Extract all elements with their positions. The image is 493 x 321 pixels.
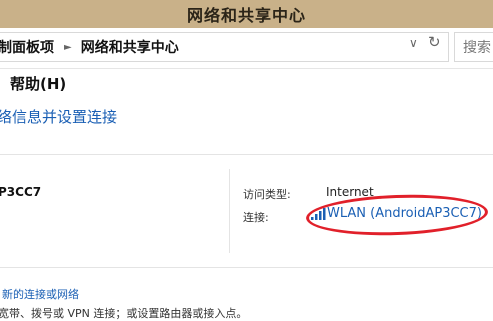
refresh-icon[interactable]: ↻ xyxy=(428,33,441,51)
window-titlebar: 网络和共享中心 xyxy=(0,0,493,28)
access-type-label: 访问类型: xyxy=(243,188,291,201)
menu-bar: 帮助(H) xyxy=(0,68,493,98)
search-placeholder: 搜索 xyxy=(463,40,491,56)
setup-new-connection-description: 宽带、拨号或 VPN 连接；或设置路由器或接入点。 xyxy=(0,307,248,320)
search-input[interactable]: 搜索 xyxy=(454,32,493,62)
breadcrumb-item-network-center[interactable]: 网络和共享中心 xyxy=(81,37,179,57)
network-name: P3CC7 xyxy=(0,185,42,199)
divider xyxy=(229,169,230,253)
window-title: 网络和共享中心 xyxy=(186,6,306,25)
breadcrumb-item-control-panel[interactable]: 制面板项 xyxy=(0,37,54,57)
active-network-section: P3CC7 访问类型: Internet 连接: WLAN (AndroidAP… xyxy=(0,154,493,268)
breadcrumb[interactable]: 制面板项 ► 网络和共享中心 xyxy=(0,32,449,62)
connections-label: 连接: xyxy=(243,211,269,224)
page-heading: 络信息并设置连接 xyxy=(0,108,118,126)
setup-new-connection-link[interactable]: 新的连接或网络 xyxy=(2,286,79,302)
menu-help[interactable]: 帮助(H) xyxy=(10,73,66,94)
address-bar: 制面板项 ► 网络和共享中心 ∨ ↻ 搜索 xyxy=(0,28,493,69)
chevron-down-icon[interactable]: ∨ xyxy=(409,36,418,50)
chevron-right-icon[interactable]: ► xyxy=(64,42,72,53)
